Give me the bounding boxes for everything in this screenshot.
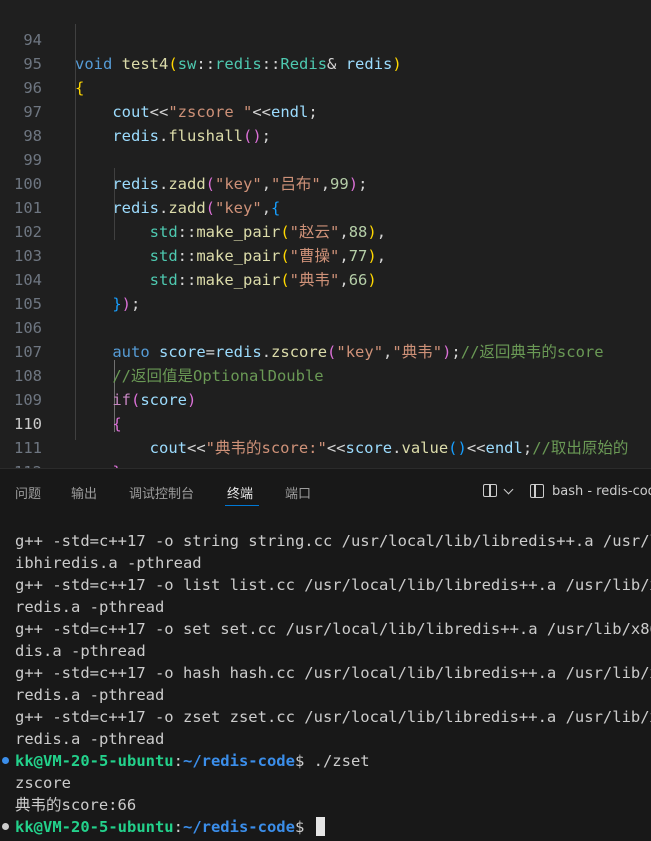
code-line: 106 auto score=redis.zscore("key","典韦");… [0, 292, 651, 361]
code-line: 107 //返回值是OptionalDouble [0, 316, 651, 385]
code-line: 100 redis.zadd("key",{ [0, 148, 651, 217]
prompt-user: kk@VM-20-5-ubuntu [15, 818, 174, 836]
tab-problems[interactable]: 问题 [15, 483, 41, 502]
terminal-line: redis.a -pthread [15, 686, 165, 704]
terminal-line: g++ -std=c++17 -o list list.cc /usr/loca… [15, 576, 651, 594]
code-line: 98 [0, 100, 651, 145]
terminal-line: ibhiredis.a -pthread [15, 554, 202, 572]
chevron-down-icon[interactable] [503, 484, 514, 495]
terminal-output-line: zscore [15, 774, 71, 792]
tab-debug-console[interactable]: 调试控制台 [129, 483, 194, 502]
command-status-dot [2, 757, 9, 764]
prompt-path: ~/redis-code [182, 752, 295, 770]
tab-output[interactable]: 输出 [71, 483, 97, 502]
code-line: 109 { [0, 364, 651, 433]
code-line: 97 redis.flushall(); [0, 76, 651, 145]
prompt-dollar: $ [294, 818, 305, 836]
command-status-dot [2, 823, 9, 830]
terminal-prompt-line[interactable]: kk@VM-20-5-ubuntu:~/redis-code$ [15, 816, 325, 838]
tab-terminal[interactable]: 终端 [227, 483, 253, 502]
terminal-line: g++ -std=c++17 -o string string.cc /usr/… [15, 532, 651, 550]
code-line: 96 cout<<"zscore "<<endl; [0, 52, 651, 121]
code-line: 104 }); [0, 244, 651, 313]
code-line: 113 int main() [0, 460, 651, 468]
code-line: 99 redis.zadd("key","吕布",99); [0, 124, 651, 193]
tab-ports[interactable]: 端口 [285, 483, 311, 502]
terminal-line: dis.a -pthread [15, 642, 146, 660]
code-line: 103 std::make_pair("典韦",66) [0, 220, 651, 289]
code-line: 95 { [0, 28, 651, 97]
split-terminal-icon[interactable] [483, 484, 497, 497]
terminal-instance-name[interactable]: bash - redis-code [552, 484, 651, 499]
code-line: 101 std::make_pair("赵云",88), [0, 172, 651, 241]
code-line: 94 void test4(sw::redis::Redis& redis) [0, 4, 651, 73]
code-line: 108 if(score) [0, 340, 651, 409]
terminal-cursor [315, 817, 325, 836]
terminal-line: g++ -std=c++17 -o zset zset.cc /usr/loca… [15, 708, 651, 726]
terminal-output-line: 典韦的score:66 [15, 796, 137, 814]
terminal-prompt-line: kk@VM-20-5-ubuntu:~/redis-code$ ./zset [15, 750, 370, 772]
terminal-command: ./zset [304, 752, 370, 770]
code-line: 102 std::make_pair("曹操",77), [0, 196, 651, 265]
terminal-line: redis.a -pthread [15, 730, 165, 748]
prompt-dollar: $ [294, 752, 305, 770]
prompt-separator: : [173, 818, 183, 836]
terminal-output[interactable]: g++ -std=c++17 -o string string.cc /usr/… [0, 514, 651, 841]
code-line: 111 } [0, 412, 651, 468]
code-editor[interactable]: 94 void test4(sw::redis::Redis& redis) 9… [0, 0, 651, 468]
prompt-path: ~/redis-code [182, 818, 295, 836]
panel-header: 问题 输出 调试控制台 终端 端口 bash - redis-code [0, 468, 651, 515]
code-line-current: 110 cout<<"典韦的score:"<<score.value()<<en… [0, 388, 651, 457]
prompt-user: kk@VM-20-5-ubuntu [15, 752, 174, 770]
active-tab-indicator [225, 505, 259, 506]
terminal-line: redis.a -pthread [15, 598, 165, 616]
terminal-line: g++ -std=c++17 -o set set.cc /usr/local/… [15, 620, 651, 638]
code-line: 105 [0, 268, 651, 313]
terminal-line: g++ -std=c++17 -o hash hash.cc /usr/loca… [15, 664, 651, 682]
code-line: 112 } [0, 436, 651, 468]
prompt-separator: : [173, 752, 183, 770]
terminal-icon[interactable] [530, 484, 544, 498]
